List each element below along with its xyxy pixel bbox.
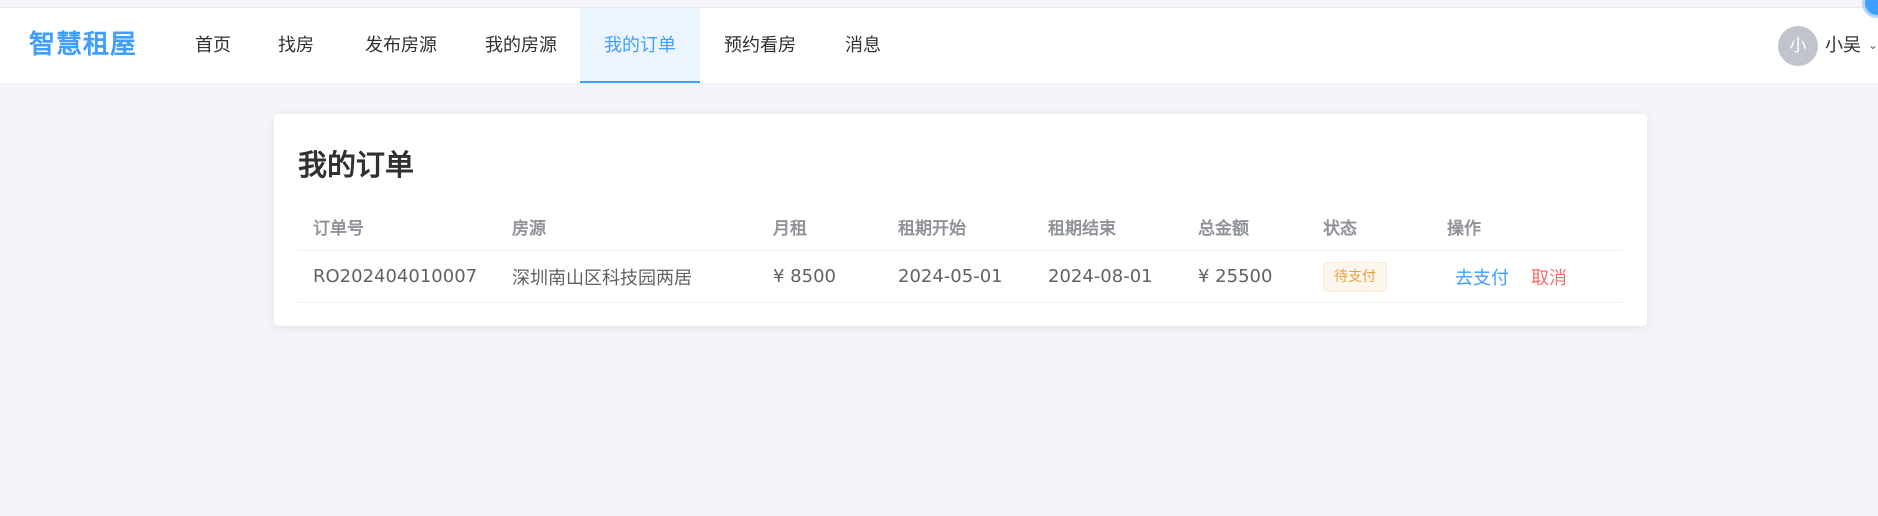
pay-button[interactable]: 去支付 <box>1455 264 1509 290</box>
page-title: 我的订单 <box>298 148 415 182</box>
nav-item-messages[interactable]: 消息 <box>836 8 890 83</box>
start-date-cell: 2024-05-01 <box>898 266 1003 287</box>
nav-item-my-listings[interactable]: 我的房源 <box>475 8 567 83</box>
chevron-down-icon[interactable]: ⌄ <box>1868 8 1878 83</box>
table-row: RO202404010007 深圳南山区科技园两居 ¥ 8500 2024-05… <box>298 251 1623 303</box>
column-header-actions: 操作 <box>1447 218 1481 239</box>
column-header-rent: 月租 <box>773 218 807 239</box>
column-header-property: 房源 <box>512 218 546 239</box>
status-cell: 待支付 <box>1323 251 1387 302</box>
user-avatar[interactable]: 小 <box>1778 26 1818 66</box>
nav-item-viewing-appointments[interactable]: 预约看房 <box>714 8 806 83</box>
nav-item-home[interactable]: 首页 <box>180 8 246 83</box>
column-header-total: 总金额 <box>1198 218 1249 239</box>
column-header-end: 租期结束 <box>1048 218 1116 239</box>
browser-top-strip <box>0 0 1878 8</box>
orders-table: 订单号 房源 月租 租期开始 租期结束 总金额 状态 操作 RO20240401… <box>298 202 1623 303</box>
nav-item-find-house[interactable]: 找房 <box>263 8 329 83</box>
column-header-start: 租期开始 <box>898 218 966 239</box>
rent-cell: ¥ 8500 <box>773 266 836 287</box>
end-date-cell: 2024-08-01 <box>1048 266 1153 287</box>
nav-item-my-orders[interactable]: 我的订单 <box>580 8 700 83</box>
orders-card: 我的订单 订单号 房源 月租 租期开始 租期结束 总金额 状态 操作 RO202… <box>274 114 1647 326</box>
column-header-order-no: 订单号 <box>313 218 364 239</box>
table-header-row: 订单号 房源 月租 租期开始 租期结束 总金额 状态 操作 <box>298 202 1623 251</box>
brand-logo[interactable]: 智慧租屋 <box>29 8 137 83</box>
column-header-status: 状态 <box>1323 218 1357 239</box>
top-navbar: 智慧租屋 首页 找房 发布房源 我的房源 我的订单 预约看房 消息 小 小吴 ⌄ <box>0 8 1878 83</box>
property-cell: 深圳南山区科技园两居 <box>512 267 692 289</box>
user-name[interactable]: 小吴 <box>1825 8 1861 83</box>
actions-cell: 去支付 取消 <box>1455 251 1567 302</box>
nav-item-publish-listing[interactable]: 发布房源 <box>355 8 447 83</box>
total-cell: ¥ 25500 <box>1198 266 1273 287</box>
status-badge: 待支付 <box>1323 261 1387 292</box>
order-no-cell: RO202404010007 <box>313 266 478 287</box>
cancel-button[interactable]: 取消 <box>1531 264 1567 290</box>
